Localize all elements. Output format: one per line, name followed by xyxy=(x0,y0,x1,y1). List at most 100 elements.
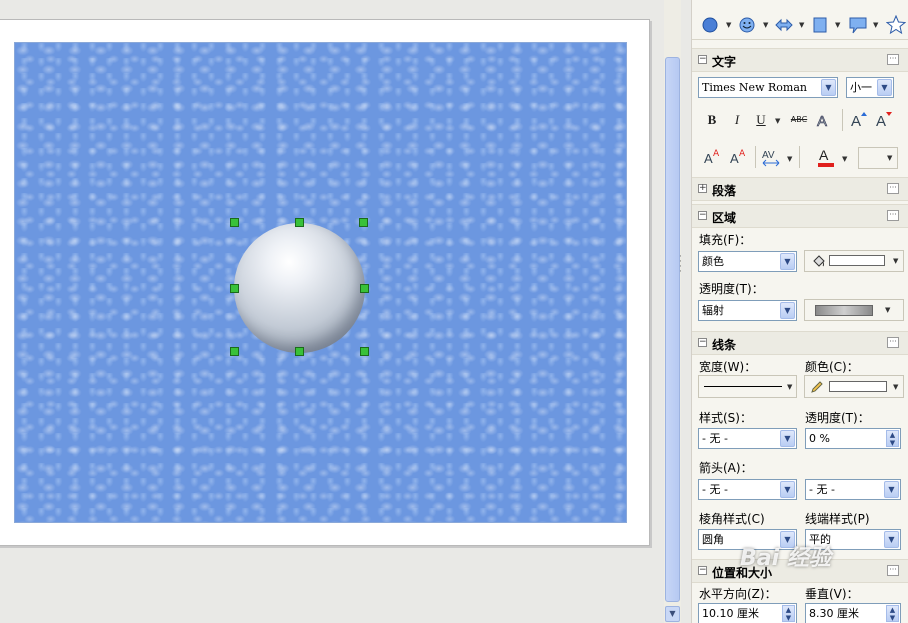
smiley-shape-icon[interactable] xyxy=(738,16,756,34)
chevron-down-icon[interactable]: ▼ xyxy=(877,79,892,96)
grow-font-icon[interactable]: A xyxy=(850,110,870,130)
chevron-down-icon[interactable]: ▼ xyxy=(780,430,795,447)
fill-color-picker[interactable]: ▼ xyxy=(804,250,904,272)
chevron-down-icon[interactable]: ▼ xyxy=(893,257,898,265)
double-arrow-shape-icon[interactable] xyxy=(775,17,793,33)
transparency-type-combo[interactable]: 辐射 ▼ xyxy=(698,300,797,321)
resize-handle-bottom-right[interactable] xyxy=(360,347,369,356)
chevron-down-icon[interactable]: ▼ xyxy=(842,155,847,163)
scrollbar-thumb[interactable] xyxy=(665,57,680,602)
italic-button[interactable]: I xyxy=(728,109,746,131)
character-spacing-icon[interactable]: AV xyxy=(761,147,783,167)
resize-handle-top-left[interactable] xyxy=(230,218,239,227)
arrow-end-value: - 无 - xyxy=(809,483,835,496)
bold-button[interactable]: B xyxy=(703,109,721,131)
properties-panel: ▼ ▼ ▼ ▼ ▼ − 文字 ··· Times New Roman ▼ 小一 … xyxy=(691,0,908,623)
spinner-arrows-icon[interactable]: ▲ ▼ xyxy=(886,605,899,622)
chevron-down-icon[interactable]: ▼ xyxy=(780,253,795,270)
line-section-title: 线条 xyxy=(712,338,737,352)
expand-icon[interactable]: + xyxy=(698,184,707,193)
line-color-picker[interactable]: ▼ xyxy=(804,375,904,398)
chevron-down-icon[interactable]: ▼ xyxy=(873,21,878,29)
scroll-down-button[interactable]: ▼ xyxy=(665,606,680,622)
chevron-down-icon[interactable]: ▼ xyxy=(775,117,780,125)
line-transparency-spinner[interactable]: 0 % ▲ ▼ xyxy=(805,428,901,449)
chevron-down-icon[interactable]: ▼ xyxy=(787,383,792,391)
chevron-down-icon[interactable]: ▼ xyxy=(780,481,795,498)
watermark-text: Bai 经验 xyxy=(740,546,831,571)
strikethrough-button[interactable]: ABC xyxy=(787,109,811,131)
svg-text:A: A xyxy=(876,113,886,130)
flowchart-shape-icon[interactable] xyxy=(812,16,828,34)
pencil-icon xyxy=(811,381,823,393)
svg-text:AV: AV xyxy=(762,150,775,161)
chevron-down-icon[interactable]: ▼ xyxy=(726,21,731,29)
chevron-down-icon[interactable]: ▼ xyxy=(893,383,898,391)
vertical-scrollbar[interactable]: ▼ xyxy=(664,0,681,623)
font-name-combo[interactable]: Times New Roman ▼ xyxy=(698,77,838,98)
more-options-icon[interactable]: ··· xyxy=(887,183,899,194)
vertical-position-spinner[interactable]: 8.30 厘米 ▲ ▼ xyxy=(805,603,901,623)
chevron-down-icon[interactable]: ▼ xyxy=(884,531,899,548)
line-width-picker[interactable]: ▼ xyxy=(698,375,797,398)
horizontal-position-spinner[interactable]: 10.10 厘米 ▲ ▼ xyxy=(698,603,797,623)
collapse-icon[interactable]: − xyxy=(698,338,707,347)
more-options-icon[interactable]: ··· xyxy=(887,565,899,576)
chevron-down-icon[interactable]: ▼ xyxy=(821,79,836,96)
font-section-header[interactable]: − 文字 ··· xyxy=(692,48,908,72)
resize-handle-bottom-left[interactable] xyxy=(230,347,239,356)
chevron-down-icon[interactable]: ▼ xyxy=(835,21,840,29)
area-section-header[interactable]: − 区域 ··· xyxy=(692,204,908,228)
chevron-down-icon[interactable]: ▼ xyxy=(884,481,899,498)
document-canvas[interactable] xyxy=(0,0,663,623)
font-size-combo[interactable]: 小一 ▼ xyxy=(846,77,894,98)
shadow-text-icon[interactable]: A xyxy=(816,111,834,129)
fill-type-combo[interactable]: 颜色 ▼ xyxy=(698,251,797,272)
line-transparency-value: 0 % xyxy=(809,432,830,445)
chevron-down-icon[interactable]: ▼ xyxy=(787,155,792,163)
splitter-grip[interactable]: · · · · xyxy=(679,253,683,277)
transparency-type-value: 辐射 xyxy=(702,304,724,317)
arrow-start-combo[interactable]: - 无 - ▼ xyxy=(698,479,797,500)
chevron-down-icon[interactable]: ▼ xyxy=(763,21,768,29)
cap-style-label: 线端样式(P) xyxy=(805,512,870,526)
resize-handle-top[interactable] xyxy=(295,218,304,227)
svg-text:A: A xyxy=(739,149,746,159)
font-name-value: Times New Roman xyxy=(702,81,807,94)
chevron-down-icon[interactable]: ▼ xyxy=(885,306,890,314)
line-style-combo[interactable]: - 无 - ▼ xyxy=(698,428,797,449)
highlight-color-picker[interactable]: ▼ xyxy=(858,147,898,169)
underline-button[interactable]: U xyxy=(752,109,770,131)
star-shape-icon[interactable] xyxy=(886,15,906,35)
collapse-icon[interactable]: − xyxy=(698,211,707,220)
spinner-arrows-icon[interactable]: ▲ ▼ xyxy=(886,430,899,447)
callout-shape-icon[interactable] xyxy=(848,15,868,35)
more-options-icon[interactable]: ··· xyxy=(887,210,899,221)
font-color-icon[interactable]: A xyxy=(816,146,836,168)
line-section-header[interactable]: − 线条 ··· xyxy=(692,331,908,355)
line-transparency-label: 透明度(T)： xyxy=(805,411,870,425)
resize-handle-left[interactable] xyxy=(230,284,239,293)
superscript-icon[interactable]: AA xyxy=(703,147,725,167)
resize-handle-bottom[interactable] xyxy=(295,347,304,356)
chevron-down-icon[interactable]: ▼ xyxy=(799,21,804,29)
collapse-icon[interactable]: − xyxy=(698,55,707,64)
subscript-icon[interactable]: AA xyxy=(729,147,751,167)
gradient-picker[interactable]: ▼ xyxy=(804,299,904,321)
line-color-label: 颜色(C)： xyxy=(805,360,859,374)
chevron-down-icon[interactable]: ▼ xyxy=(887,154,892,162)
shrink-font-icon[interactable]: A xyxy=(875,110,895,130)
more-options-icon[interactable]: ··· xyxy=(887,54,899,65)
collapse-icon[interactable]: − xyxy=(698,566,707,575)
chevron-down-icon[interactable]: ▼ xyxy=(780,302,795,319)
paragraph-section-header[interactable]: + 段落 ··· xyxy=(692,177,908,201)
more-options-icon[interactable]: ··· xyxy=(887,337,899,348)
resize-handle-top-right[interactable] xyxy=(359,218,368,227)
horizontal-position-value: 10.10 厘米 xyxy=(702,607,759,620)
selected-sphere-shape[interactable] xyxy=(234,223,365,353)
resize-handle-right[interactable] xyxy=(360,284,369,293)
spinner-arrows-icon[interactable]: ▲ ▼ xyxy=(782,605,795,622)
circle-shape-icon[interactable] xyxy=(701,16,719,34)
arrow-end-combo[interactable]: - 无 - ▼ xyxy=(805,479,901,500)
line-style-label: 样式(S)： xyxy=(699,411,752,425)
